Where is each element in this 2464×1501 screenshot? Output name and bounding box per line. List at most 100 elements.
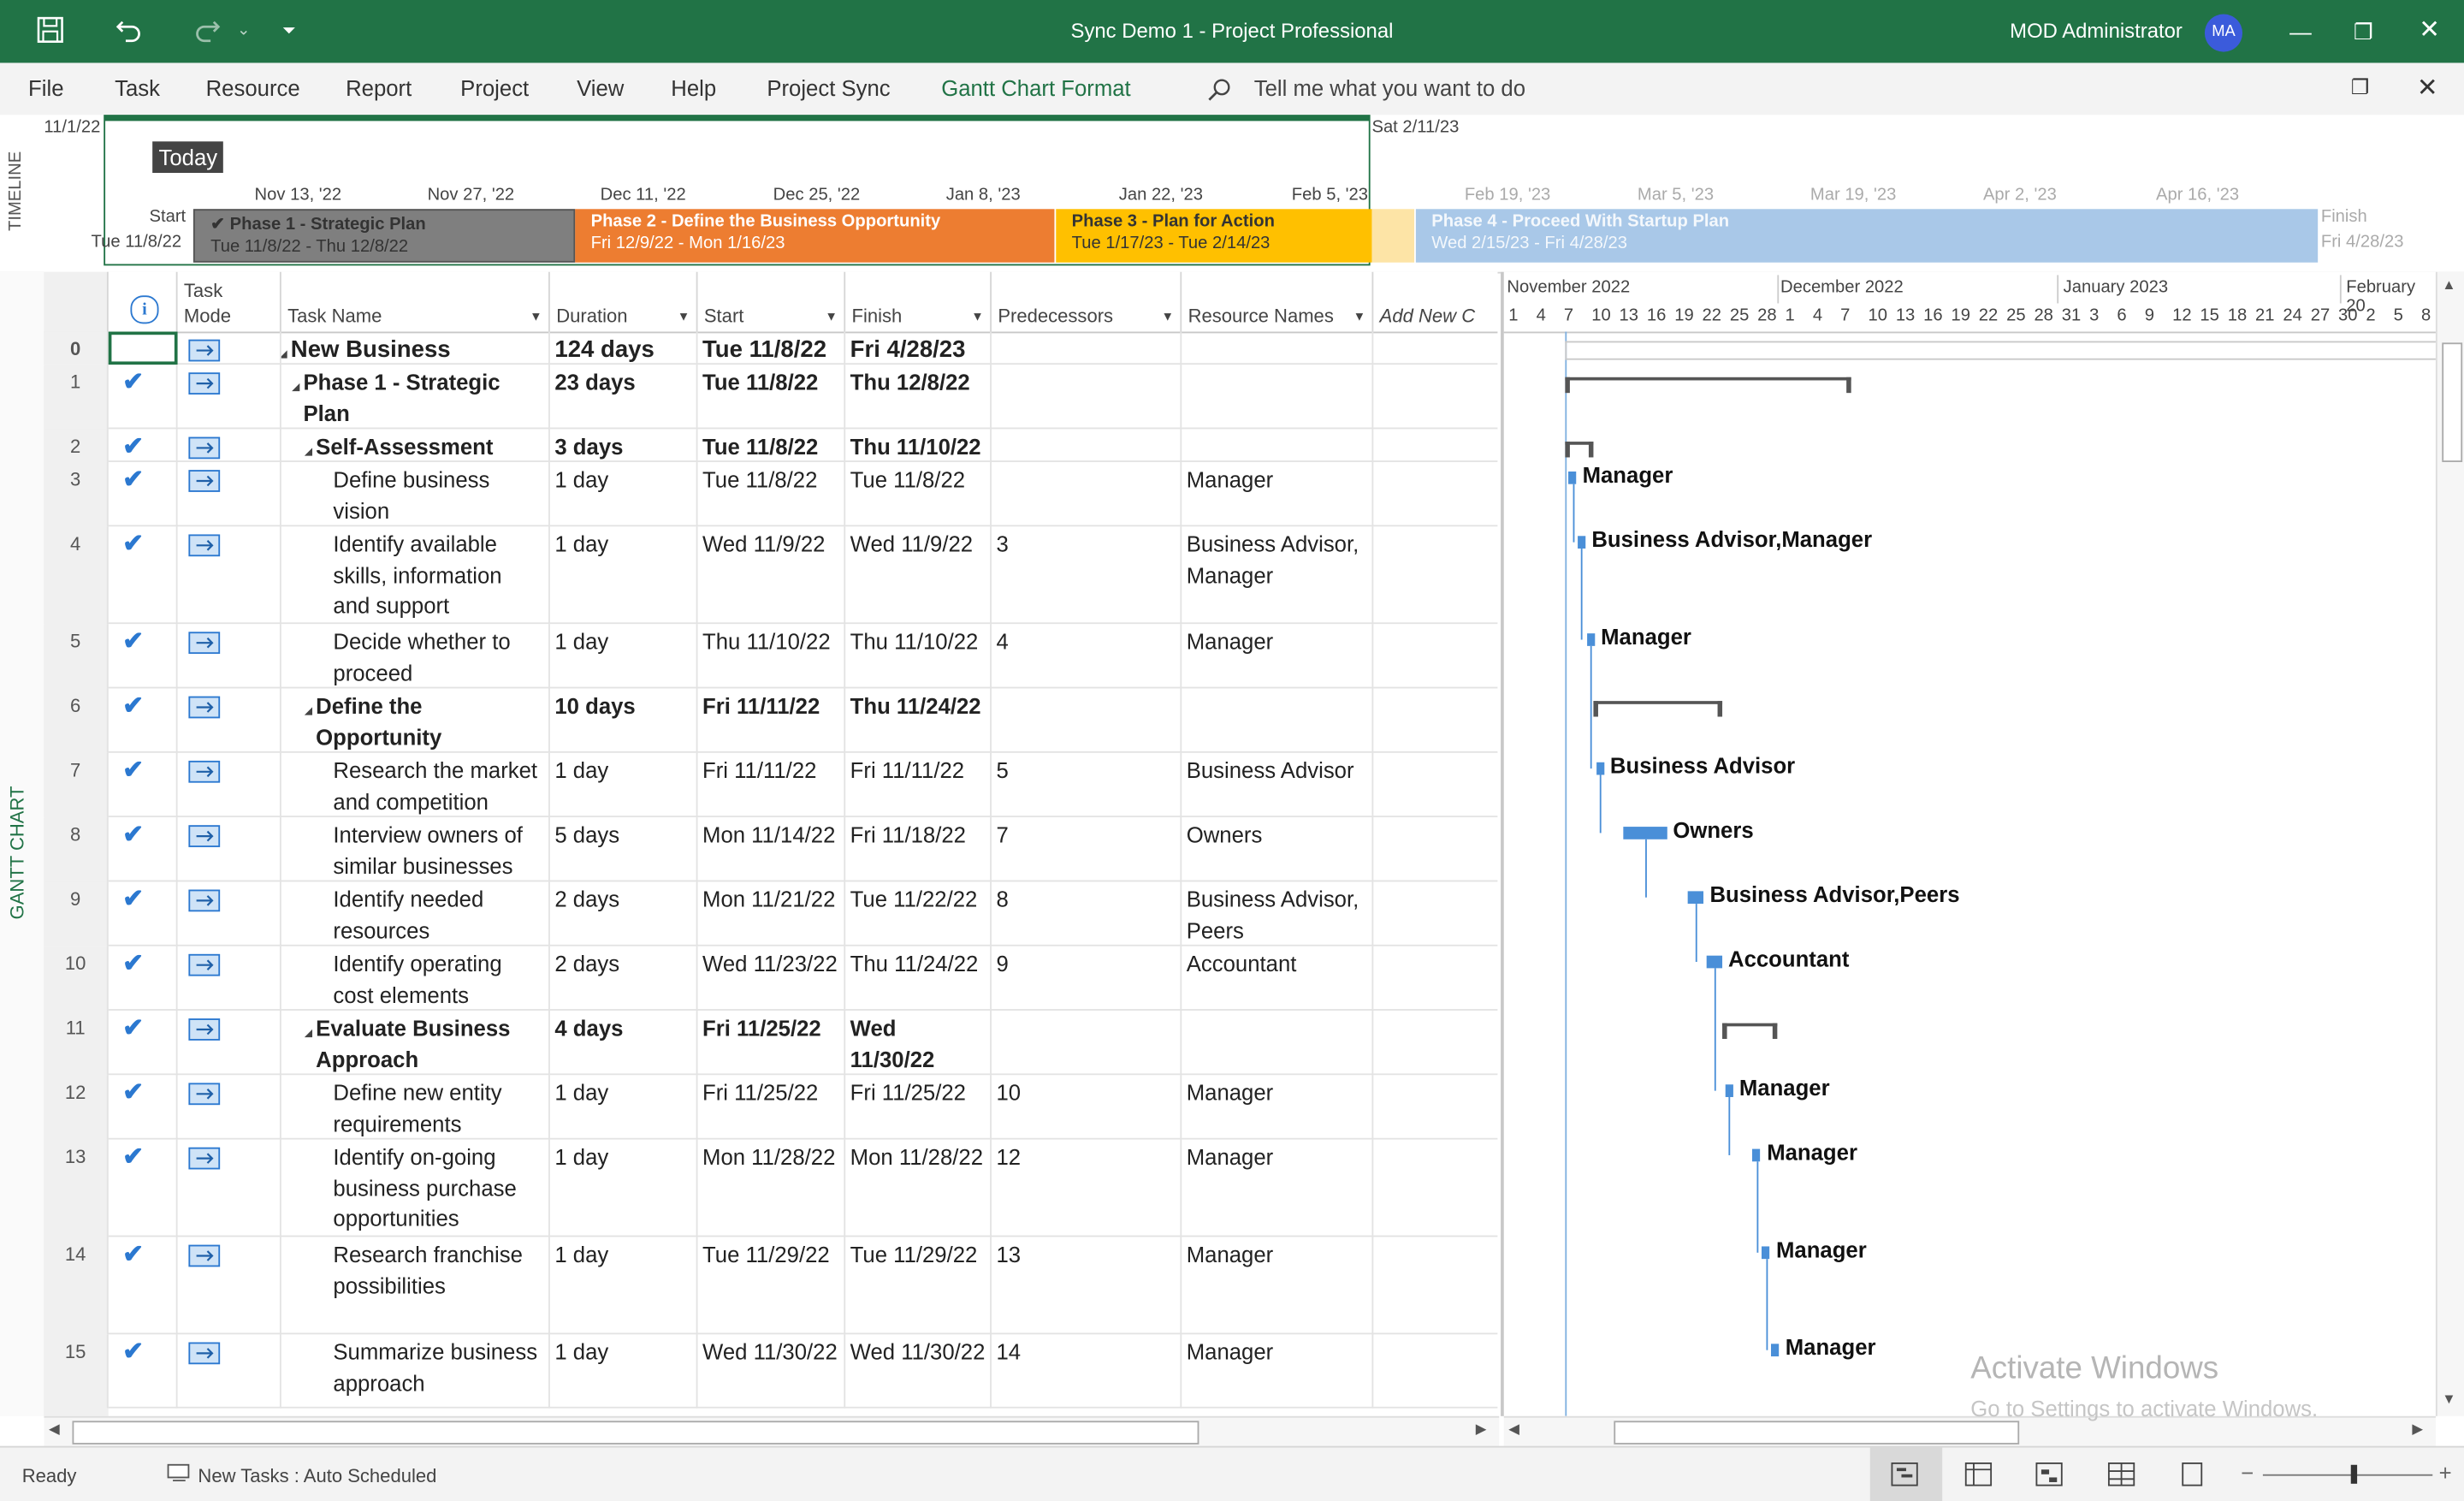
zoom-out-icon[interactable]: − (2241, 1460, 2254, 1485)
timeline-phase-2[interactable]: Phase 2 - Define the Business Opportunit… (575, 209, 1055, 263)
predecessors-cell[interactable]: 13 (992, 1237, 1182, 1335)
filter-arrow-icon[interactable]: ▼ (1353, 310, 1366, 324)
task-name-cell[interactable]: Identify needed resources (281, 881, 550, 946)
resource-names-cell[interactable]: Manager (1182, 461, 1374, 527)
duration-cell[interactable]: 10 days (550, 688, 698, 753)
task-bar[interactable] (1577, 536, 1586, 549)
summary-bar[interactable] (1565, 377, 1851, 381)
table-row[interactable]: 10 ✔ Identify operating cost elements 2 day… (44, 946, 1498, 1011)
indicator-cell[interactable]: ✔ (109, 946, 178, 1011)
finish-cell[interactable]: Thu 11/10/22 (845, 429, 992, 462)
task-bar[interactable] (1596, 762, 1604, 775)
filter-arrow-icon[interactable]: ▼ (971, 310, 984, 324)
gantt-scroll-thumb[interactable] (1614, 1421, 2020, 1445)
vertical-scrollbar[interactable]: ▲ ▼ (2435, 271, 2464, 1416)
row-number[interactable]: 9 (44, 881, 109, 946)
duration-cell[interactable]: 1 day (550, 624, 698, 689)
predecessors-cell[interactable]: 8 (992, 881, 1182, 946)
task-name-cell[interactable]: ◢ Self-Assessment (281, 429, 550, 462)
zoom-slider[interactable] (2262, 1474, 2433, 1476)
add-new-column-cell[interactable] (1373, 946, 1497, 1011)
finish-cell[interactable]: Tue 11/8/22 (845, 461, 992, 527)
start-cell[interactable]: Tue 11/8/22 (698, 461, 846, 527)
add-new-column-cell[interactable] (1373, 1237, 1497, 1334)
task-name-cell[interactable]: Identify on-going business purchase oppo… (281, 1139, 550, 1237)
collapse-toggle-icon[interactable]: ◢ (305, 697, 311, 728)
task-mode-cell[interactable] (178, 817, 281, 882)
predecessors-cell[interactable]: 9 (992, 946, 1182, 1011)
tab-file[interactable]: File (28, 75, 63, 100)
task-name-cell[interactable]: Define business vision (281, 461, 550, 527)
duration-cell[interactable]: 1 day (550, 461, 698, 527)
scroll-left-icon[interactable]: ◀ (1508, 1421, 1519, 1438)
gantt-chart[interactable]: November 2022 December 2022 January 2023… (1501, 271, 2439, 1416)
start-cell[interactable]: Mon 11/28/22 (698, 1139, 846, 1237)
row-number[interactable]: 15 (44, 1334, 109, 1409)
vertical-scroll-thumb[interactable] (2442, 342, 2463, 462)
duration-cell[interactable]: 3 days (550, 429, 698, 462)
task-name-cell[interactable]: Interview owners of similar businesses (281, 817, 550, 882)
start-cell[interactable]: Tue 11/8/22 (698, 429, 846, 462)
task-name-cell[interactable]: ◢New Business (281, 331, 550, 365)
start-cell[interactable]: Tue 11/29/22 (698, 1237, 846, 1335)
add-new-column-cell[interactable] (1373, 332, 1497, 365)
finish-cell[interactable]: Mon 11/28/22 (845, 1139, 992, 1237)
add-new-column-cell[interactable] (1373, 624, 1497, 688)
table-row[interactable]: 2 ✔ ◢ Self-Assessment 3 days Tue 11/8/22 Thu 1… (44, 429, 1498, 462)
add-new-column-cell[interactable] (1373, 817, 1497, 881)
collapse-toggle-icon[interactable]: ◢ (293, 374, 299, 405)
resource-names-cell[interactable] (1182, 1010, 1374, 1076)
user-name[interactable]: MOD Administrator (2010, 19, 2183, 43)
table-row[interactable]: 11 ✔ ◢ Evaluate Business Approach 4 days Fri … (44, 1010, 1498, 1076)
task-bar[interactable] (1706, 955, 1722, 969)
task-mode-cell[interactable] (178, 1334, 281, 1409)
row-number[interactable]: 7 (44, 752, 109, 818)
task-bar[interactable] (1688, 891, 1704, 905)
start-cell[interactable]: Tue 11/8/22 (698, 331, 846, 365)
finish-cell[interactable]: Fri 11/25/22 (845, 1075, 992, 1140)
predecessors-cell[interactable] (992, 365, 1182, 430)
timeline-phase-3[interactable]: Phase 3 - Plan for Action Tue 1/17/23 - … (1056, 209, 1372, 263)
scroll-right-icon[interactable]: ▶ (2412, 1421, 2423, 1438)
predecessors-cell[interactable]: 12 (992, 1139, 1182, 1237)
timeline-phase-4[interactable]: Phase 4 - Proceed With Startup Plan Wed … (1415, 209, 2319, 263)
team-planner-view-icon[interactable] (2035, 1462, 2064, 1492)
tab-project-sync[interactable]: Project Sync (767, 75, 890, 100)
collapse-toggle-icon[interactable]: ◢ (281, 341, 287, 365)
task-name-cell[interactable]: Identify operating cost elements (281, 946, 550, 1011)
task-bar[interactable] (1762, 1246, 1770, 1260)
task-mode-cell[interactable] (178, 1139, 281, 1237)
indicator-cell[interactable]: ✔ (109, 1334, 178, 1409)
predecessors-cell[interactable] (992, 331, 1182, 365)
table-row[interactable]: 5 ✔ Decide whether to proceed 1 day Thu 11/1… (44, 624, 1498, 689)
scroll-up-icon[interactable]: ▲ (2442, 276, 2455, 292)
finish-header[interactable]: Finish ▼ (845, 271, 992, 332)
resource-names-cell[interactable]: Manager (1182, 624, 1374, 689)
row-number[interactable]: 5 (44, 624, 109, 689)
table-row[interactable]: 13 ✔ Identify on-going business purchase o… (44, 1139, 1498, 1237)
finish-cell[interactable]: Wed 11/9/22 (845, 526, 992, 625)
start-cell[interactable]: Wed 11/9/22 (698, 526, 846, 625)
minimize-icon[interactable]: — (2285, 15, 2317, 47)
resource-names-cell[interactable] (1182, 688, 1374, 753)
duration-cell[interactable]: 4 days (550, 1010, 698, 1076)
tab-report[interactable]: Report (346, 75, 412, 100)
start-cell[interactable]: Tue 11/8/22 (698, 365, 846, 430)
resource-names-header[interactable]: Resource Names ▼ (1182, 271, 1374, 332)
gantt-bars-area[interactable]: Manager Business Advisor,Manager Manager Bu… (1504, 331, 2439, 1416)
restore-icon[interactable]: ❐ (2348, 15, 2379, 47)
task-name-cell[interactable]: Define new entity requirements (281, 1075, 550, 1140)
resource-names-cell[interactable]: Manager (1182, 1334, 1374, 1409)
predecessors-cell[interactable]: 5 (992, 752, 1182, 818)
task-usage-view-icon[interactable] (1964, 1462, 1993, 1492)
indicator-cell[interactable]: ✔ (109, 624, 178, 689)
resource-names-cell[interactable]: Accountant (1182, 946, 1374, 1011)
resource-names-cell[interactable]: Business Advisor, Peers (1182, 881, 1374, 946)
indicator-cell[interactable]: ✔ (109, 752, 178, 818)
duration-cell[interactable]: 2 days (550, 881, 698, 946)
task-mode-cell[interactable] (178, 1010, 281, 1076)
scroll-left-icon[interactable]: ◀ (49, 1421, 60, 1438)
project-summary-bar[interactable] (1565, 341, 2437, 360)
duration-cell[interactable]: 1 day (550, 526, 698, 625)
row-number[interactable]: 1 (44, 365, 109, 430)
